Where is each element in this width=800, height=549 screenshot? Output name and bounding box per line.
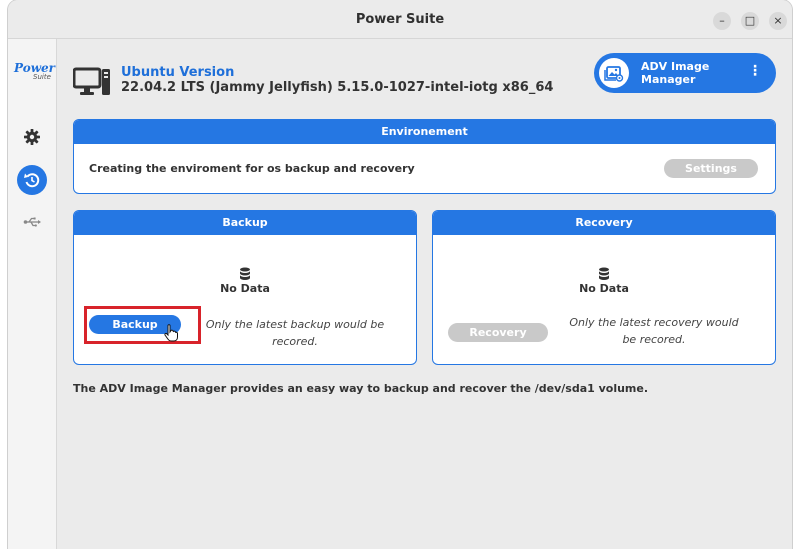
recovery-button[interactable]: Recovery: [448, 323, 548, 342]
adv-button-label: ADV Image Manager: [641, 60, 710, 86]
backup-header: Backup: [74, 211, 416, 235]
maximize-button[interactable]: □: [741, 12, 759, 30]
version-text: 22.04.2 LTS (Jammy Jellyfish) 5.15.0-102…: [121, 80, 554, 95]
database-icon: [599, 267, 609, 280]
more-options-icon[interactable]: ⋮: [748, 63, 762, 79]
backup-highlight-box: [84, 306, 201, 344]
gear-icon[interactable]: [22, 127, 42, 147]
main-content: Ubuntu Version 22.04.2 LTS (Jammy Jellyf…: [56, 39, 792, 549]
usb-icon[interactable]: [22, 212, 42, 232]
close-button[interactable]: ×: [769, 12, 787, 30]
environment-header: Environement: [74, 120, 775, 144]
computer-icon: [73, 67, 110, 95]
title-bar: Power Suite – □ ×: [8, 0, 792, 39]
app-logo: Power Suite: [14, 61, 55, 81]
recovery-note: Only the latest recovery would be recore…: [569, 316, 739, 346]
restore-icon: [24, 173, 40, 188]
logo-line2: Suite: [33, 73, 51, 81]
database-icon: [240, 267, 250, 280]
footer-description: The ADV Image Manager provides an easy w…: [73, 382, 649, 395]
hand-cursor-icon: [164, 324, 178, 342]
app-window: Power Suite – □ × Power Suite Ubuntu Ver…: [8, 0, 792, 549]
sidebar: Power Suite: [8, 39, 57, 549]
recovery-status: No Data: [579, 282, 629, 295]
recovery-header: Recovery: [433, 211, 775, 235]
backup-note: Only the latest backup would be recored.: [205, 318, 385, 348]
image-manager-icon: [604, 66, 624, 82]
window-title: Power Suite: [355, 12, 445, 27]
environment-panel: Environement Creating the enviroment for…: [73, 119, 776, 194]
backup-status: No Data: [220, 282, 270, 295]
version-title: Ubuntu Version: [121, 65, 235, 80]
sidebar-item-restore[interactable]: [17, 165, 47, 195]
recovery-panel: Recovery No Data Recovery Only the lates…: [432, 210, 776, 365]
settings-button[interactable]: Settings: [664, 159, 758, 178]
adv-image-manager-button[interactable]: ADV Image Manager ⋮: [594, 53, 776, 93]
image-manager-icon-circle: [599, 58, 629, 88]
minimize-button[interactable]: –: [713, 12, 731, 30]
environment-text: Creating the enviroment for os backup an…: [89, 162, 415, 175]
